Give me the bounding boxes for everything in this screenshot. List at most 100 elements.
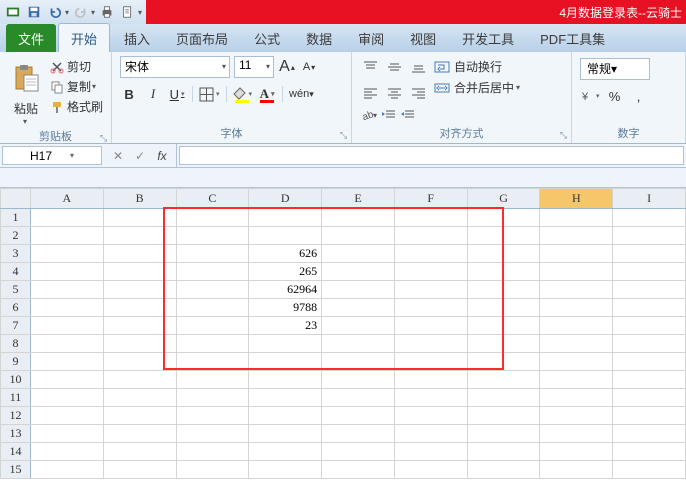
tab-view[interactable]: 视图 <box>398 24 448 52</box>
row-header-2[interactable]: 2 <box>1 227 31 245</box>
cell-F10[interactable] <box>394 371 467 389</box>
align-middle-button[interactable] <box>384 56 404 78</box>
cell-E5[interactable] <box>322 281 395 299</box>
cell-G2[interactable] <box>467 227 540 245</box>
cell-C6[interactable] <box>176 299 249 317</box>
cell-D12[interactable] <box>249 407 322 425</box>
tab-home[interactable]: 开始 <box>58 23 110 52</box>
orientation-button[interactable]: ab▾ <box>360 108 377 122</box>
cell-H7[interactable] <box>540 317 613 335</box>
cell-G14[interactable] <box>467 443 540 461</box>
cell-G3[interactable] <box>467 245 540 263</box>
cell-F5[interactable] <box>394 281 467 299</box>
cell-I13[interactable] <box>613 425 686 443</box>
paste-button[interactable] <box>8 56 44 100</box>
undo-dropdown[interactable]: ▾ <box>65 8 69 17</box>
cell-F11[interactable] <box>394 389 467 407</box>
cell-G8[interactable] <box>467 335 540 353</box>
cell-E11[interactable] <box>322 389 395 407</box>
tab-developer[interactable]: 开发工具 <box>450 24 526 52</box>
cell-G1[interactable] <box>467 209 540 227</box>
cell-D3[interactable]: 626 <box>249 245 322 263</box>
column-header-A[interactable]: A <box>30 189 103 209</box>
cell-I8[interactable] <box>613 335 686 353</box>
cell-B1[interactable] <box>103 209 176 227</box>
tab-pdf[interactable]: PDF工具集 <box>528 24 617 52</box>
row-header-1[interactable]: 1 <box>1 209 31 227</box>
row-header-13[interactable]: 13 <box>1 425 31 443</box>
cell-I2[interactable] <box>613 227 686 245</box>
cell-C4[interactable] <box>176 263 249 281</box>
cell-B13[interactable] <box>103 425 176 443</box>
cell-I1[interactable] <box>613 209 686 227</box>
cell-C15[interactable] <box>176 461 249 479</box>
tab-data[interactable]: 数据 <box>294 24 344 52</box>
cell-D14[interactable] <box>249 443 322 461</box>
cell-D9[interactable] <box>249 353 322 371</box>
cell-I11[interactable] <box>613 389 686 407</box>
font-color-button[interactable]: A▾ <box>258 84 276 104</box>
grow-font-button[interactable]: A▴ <box>278 57 296 77</box>
cell-A14[interactable] <box>30 443 103 461</box>
cell-I6[interactable] <box>613 299 686 317</box>
cell-G9[interactable] <box>467 353 540 371</box>
cell-H8[interactable] <box>540 335 613 353</box>
cell-C3[interactable] <box>176 245 249 263</box>
cell-B3[interactable] <box>103 245 176 263</box>
cell-E15[interactable] <box>322 461 395 479</box>
cell-A8[interactable] <box>30 335 103 353</box>
tab-formulas[interactable]: 公式 <box>242 24 292 52</box>
wrap-text-button[interactable]: 自动换行 <box>434 58 520 75</box>
cell-D13[interactable] <box>249 425 322 443</box>
cell-C2[interactable] <box>176 227 249 245</box>
cell-E2[interactable] <box>322 227 395 245</box>
copy-button[interactable]: 复制▾ <box>50 78 103 95</box>
align-top-button[interactable] <box>360 56 380 78</box>
column-header-E[interactable]: E <box>322 189 395 209</box>
select-all-corner[interactable] <box>1 189 31 209</box>
cell-H5[interactable] <box>540 281 613 299</box>
fx-icon[interactable]: fx <box>152 149 172 163</box>
cell-G4[interactable] <box>467 263 540 281</box>
cell-B9[interactable] <box>103 353 176 371</box>
cell-C10[interactable] <box>176 371 249 389</box>
cell-B14[interactable] <box>103 443 176 461</box>
align-launcher[interactable]: ⤡ <box>560 130 567 141</box>
italic-button[interactable]: I <box>144 84 162 104</box>
cell-E9[interactable] <box>322 353 395 371</box>
row-header-15[interactable]: 15 <box>1 461 31 479</box>
row-header-5[interactable]: 5 <box>1 281 31 299</box>
cell-B15[interactable] <box>103 461 176 479</box>
cell-E3[interactable] <box>322 245 395 263</box>
cell-H11[interactable] <box>540 389 613 407</box>
undo-icon[interactable] <box>46 3 64 21</box>
cell-D5[interactable]: 62964 <box>249 281 322 299</box>
cell-A6[interactable] <box>30 299 103 317</box>
cell-I5[interactable] <box>613 281 686 299</box>
cell-C7[interactable] <box>176 317 249 335</box>
cell-D4[interactable]: 265 <box>249 263 322 281</box>
cell-E6[interactable] <box>322 299 395 317</box>
font-size-select[interactable]: 11▾ <box>234 56 274 78</box>
cell-E14[interactable] <box>322 443 395 461</box>
cell-G15[interactable] <box>467 461 540 479</box>
align-left-button[interactable] <box>360 82 380 104</box>
cell-I15[interactable] <box>613 461 686 479</box>
cell-G11[interactable] <box>467 389 540 407</box>
cell-H3[interactable] <box>540 245 613 263</box>
cell-A3[interactable] <box>30 245 103 263</box>
cell-I9[interactable] <box>613 353 686 371</box>
cell-A5[interactable] <box>30 281 103 299</box>
row-header-9[interactable]: 9 <box>1 353 31 371</box>
percent-button[interactable]: % <box>606 86 624 106</box>
tab-review[interactable]: 审阅 <box>346 24 396 52</box>
cell-B2[interactable] <box>103 227 176 245</box>
name-box[interactable]: H17▾ <box>2 146 102 165</box>
cell-F7[interactable] <box>394 317 467 335</box>
cell-I7[interactable] <box>613 317 686 335</box>
cell-B6[interactable] <box>103 299 176 317</box>
row-header-7[interactable]: 7 <box>1 317 31 335</box>
cell-F6[interactable] <box>394 299 467 317</box>
redo-dropdown[interactable]: ▾ <box>91 8 95 17</box>
cut-button[interactable]: 剪切 <box>50 58 103 75</box>
